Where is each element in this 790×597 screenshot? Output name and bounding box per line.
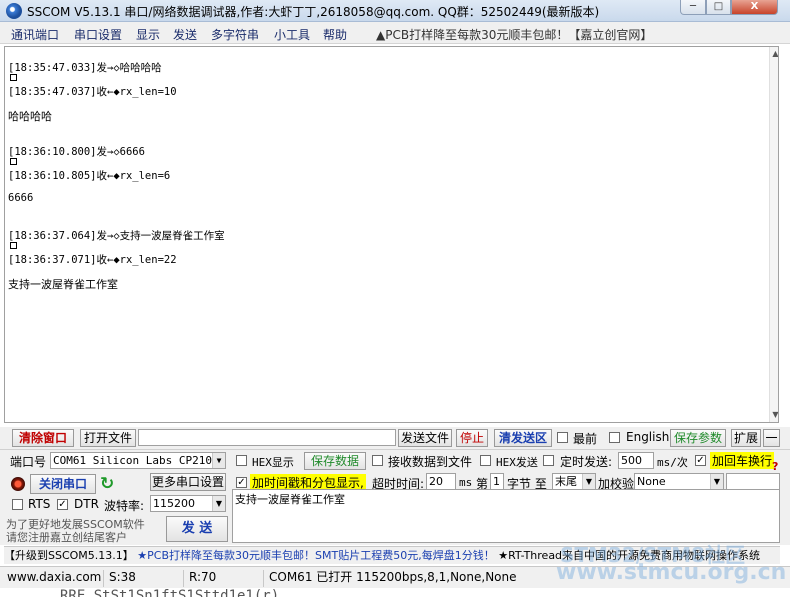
- file-path-input[interactable]: [138, 429, 396, 446]
- status-received-count: R:70: [186, 570, 264, 587]
- port-value: COM61 Silicon Labs CP210x: [53, 454, 219, 467]
- send-file-button[interactable]: 发送文件: [398, 429, 452, 447]
- dtr-checkbox[interactable]: [57, 499, 68, 510]
- menu-display[interactable]: 显示: [136, 26, 160, 43]
- status-sent-count: S:38: [106, 570, 184, 587]
- promo-text-line2[interactable]: 请您注册嘉立创结尾客户: [6, 529, 127, 545]
- window-title: SSCOM V5.13.1 串口/网络数据调试器,作者:大虾丁丁,2618058…: [27, 5, 600, 19]
- timestamp-checkbox[interactable]: [236, 477, 247, 488]
- chevron-down-icon: ▼: [710, 474, 723, 489]
- baud-value: 115200: [153, 497, 195, 510]
- status-bar: www.daxia.com S:38 R:70 COM61 已打开 115200…: [0, 566, 790, 588]
- hex-send-label: HEX发送: [496, 456, 538, 469]
- english-label: English: [626, 430, 670, 444]
- rts-checkbox[interactable]: [12, 499, 23, 510]
- minimize-button[interactable]: ─: [680, 0, 706, 15]
- timeout-unit-label: ms: [459, 476, 473, 489]
- menu-serial-settings[interactable]: 串口设置: [74, 26, 122, 43]
- receive-line: [18:35:47.037]收←◆rx_len=10: [8, 86, 177, 98]
- timeout-input[interactable]: 20: [426, 473, 456, 490]
- collapse-button[interactable]: 一: [763, 429, 780, 447]
- refresh-icon[interactable]: ↻: [100, 474, 114, 494]
- receive-line: [18:36:37.064]发→◇支持一波屋脊雀工作室: [8, 230, 225, 242]
- add-crlf-label: 加回车换行: [710, 452, 775, 469]
- marquee-rtthread: ★RT-Thread来自中国的开源免费商用物联网操作系统: [498, 549, 761, 562]
- hex-display-checkbox[interactable]: [236, 455, 247, 466]
- receive-line: 支持一波屋脊雀工作室: [8, 278, 118, 291]
- receive-line: [18:36:10.800]发→◇6666: [8, 146, 145, 158]
- baud-select[interactable]: 115200 ▼: [150, 495, 226, 512]
- scroll-down-icon[interactable]: ▼: [771, 410, 778, 419]
- receive-line: [18:35:47.033]发→◇哈哈哈哈: [8, 62, 162, 74]
- menu-multi-string[interactable]: 多字符串: [211, 26, 259, 43]
- timed-interval-input[interactable]: 500: [618, 452, 654, 469]
- scroll-up-icon[interactable]: ▲: [771, 49, 778, 58]
- timed-send-label: 定时发送:: [560, 455, 613, 469]
- close-port-button[interactable]: 关闭串口: [30, 474, 96, 494]
- checksum-value: None: [637, 475, 666, 488]
- news-marquee[interactable]: 【升级到SSCOM5.13.1】 ★PCB打样降至每款30元顺丰包邮！SMT贴片…: [4, 546, 780, 564]
- receive-line: [18:36:10.805]收←◆rx_len=6: [8, 170, 171, 182]
- status-website[interactable]: www.daxia.com: [4, 570, 104, 587]
- send-button[interactable]: 发 送: [166, 516, 228, 542]
- close-button[interactable]: X: [731, 0, 778, 15]
- help-icon[interactable]: ?: [772, 460, 778, 473]
- recv-to-file-checkbox[interactable]: [372, 455, 383, 466]
- menu-send[interactable]: 发送: [173, 26, 197, 43]
- newline-box: [10, 242, 17, 249]
- chevron-down-icon: ▼: [212, 496, 225, 511]
- marquee-pcb-promo: ★PCB打样降至每款30元顺丰包邮！SMT贴片工程费50元,每焊盘1分钱！: [137, 549, 495, 562]
- clear-window-button[interactable]: 清除窗口: [12, 429, 74, 447]
- english-checkbox[interactable]: [609, 432, 620, 443]
- topmost-checkbox[interactable]: [557, 432, 568, 443]
- receive-line: [18:36:37.071]收←◆rx_len=22: [8, 254, 177, 266]
- save-data-button[interactable]: 保存数据: [304, 452, 366, 470]
- packet-byte-input[interactable]: 1: [490, 473, 504, 490]
- port-select[interactable]: COM61 Silicon Labs CP210x ▼: [50, 452, 226, 469]
- menu-promo-link[interactable]: ▲PCB打样降至每款30元顺丰包邮！【嘉立创官网】: [376, 26, 652, 43]
- port-label: 端口号: [10, 455, 47, 469]
- timed-send-checkbox[interactable]: [543, 455, 554, 466]
- receive-line: 哈哈哈哈: [8, 110, 52, 123]
- send-textarea[interactable]: 支持一波屋脊雀工作室: [232, 489, 780, 543]
- port-status-icon: [11, 477, 25, 491]
- add-crlf-checkbox[interactable]: [695, 455, 706, 466]
- newline-box: [10, 158, 17, 165]
- chevron-down-icon: ▼: [582, 474, 595, 489]
- hex-display-label: HEX显示: [252, 456, 294, 469]
- open-file-button[interactable]: 打开文件: [80, 429, 136, 447]
- checksum-select[interactable]: None ▼: [634, 473, 724, 490]
- save-params-button[interactable]: 保存参数: [670, 429, 726, 447]
- marquee-upgrade: 【升级到SSCOM5.13.1】: [4, 549, 134, 562]
- status-port-info: COM61 已打开 115200bps,8,1,None,None: [269, 570, 517, 584]
- menu-port[interactable]: 通讯端口: [11, 26, 59, 43]
- checksum-extra-input[interactable]: [726, 473, 780, 490]
- menu-help[interactable]: 帮助: [323, 26, 347, 43]
- topmost-label: 最前: [573, 432, 598, 446]
- receive-area[interactable]: [18:35:47.033]发→◇哈哈哈哈 [18:35:47.037]收←◆r…: [4, 46, 779, 423]
- tail-value: 末尾: [555, 475, 577, 488]
- menu-bar: 通讯端口 串口设置 显示 发送 多字符串 小工具 帮助 ▲PCB打样降至每款30…: [0, 22, 790, 44]
- recv-to-file-label: 接收数据到文件: [388, 455, 473, 469]
- clear-send-button[interactable]: 清发送区: [494, 429, 552, 447]
- expand-button[interactable]: 扩展: [731, 429, 761, 447]
- stop-button[interactable]: 停止: [456, 429, 488, 447]
- receive-line: 6666: [8, 192, 34, 204]
- title-bar[interactable]: SSCOM V5.13.1 串口/网络数据调试器,作者:大虾丁丁,2618058…: [0, 0, 790, 22]
- newline-box: [10, 74, 17, 81]
- baud-label: 波特率:: [104, 499, 145, 513]
- chevron-down-icon: ▼: [212, 453, 225, 468]
- dtr-label: DTR: [74, 497, 99, 511]
- more-settings-button[interactable]: 更多串口设置: [150, 473, 226, 491]
- interval-unit-label: ms/次: [657, 456, 688, 469]
- background-code-line: RRE StSt1Sn1ftS1Sttd1e1(r): [60, 588, 280, 597]
- hex-send-checkbox[interactable]: [480, 455, 491, 466]
- app-icon: [6, 3, 22, 19]
- rts-label: RTS: [28, 497, 51, 511]
- receive-scrollbar[interactable]: ▲ ▼: [769, 47, 778, 422]
- maximize-button[interactable]: □: [706, 0, 731, 15]
- tail-select[interactable]: 末尾 ▼: [552, 473, 596, 490]
- menu-tools[interactable]: 小工具: [274, 26, 310, 43]
